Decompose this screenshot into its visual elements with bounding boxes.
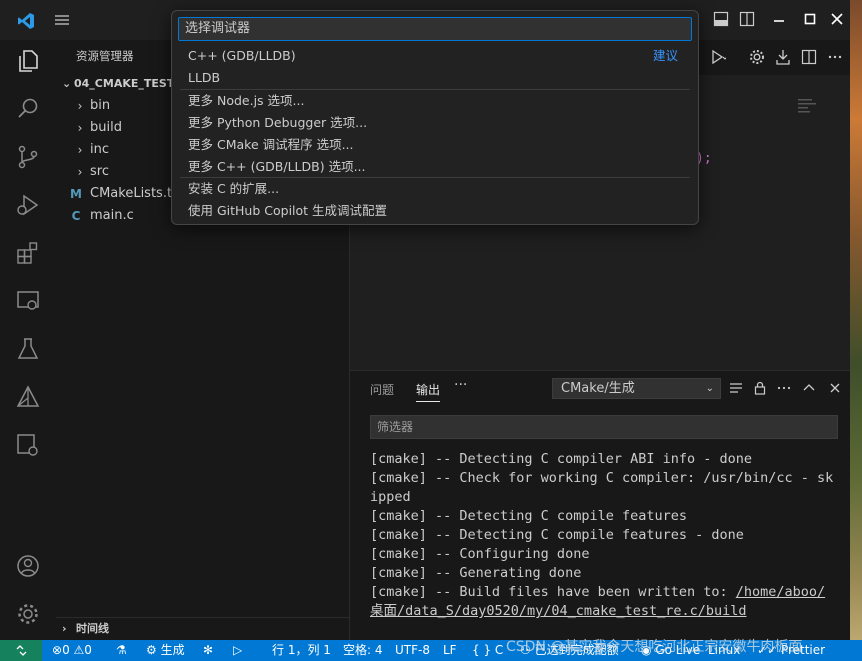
chevron-right-icon: › bbox=[77, 143, 83, 157]
quick-pick-item[interactable]: 更多 C++ (GDB/LLDB) 选项... bbox=[172, 156, 698, 178]
cursor-position[interactable]: 行 1，列 1 bbox=[272, 640, 331, 661]
output-line: [cmake] -- Configuring done bbox=[370, 546, 590, 562]
chevron-right-icon: › bbox=[77, 165, 83, 179]
run-debug-dropdown-icon[interactable] bbox=[708, 48, 726, 66]
debug-bug-icon[interactable]: ✻ bbox=[203, 640, 213, 661]
indentation[interactable]: 空格: 4 bbox=[343, 640, 383, 661]
remote-icon bbox=[16, 645, 27, 656]
remote-indicator[interactable] bbox=[0, 640, 42, 661]
output-filter-input[interactable]: 筛选器 bbox=[370, 415, 838, 439]
quick-pick-item[interactable]: 更多 Python Debugger 选项... bbox=[172, 112, 698, 134]
chevron-right-icon: › bbox=[62, 622, 67, 635]
c-file-icon: C bbox=[71, 209, 81, 223]
gear-icon[interactable] bbox=[748, 48, 766, 66]
encoding[interactable]: UTF-8 bbox=[395, 640, 430, 661]
source-control-icon[interactable] bbox=[15, 144, 41, 170]
recommended-badge: 建议 bbox=[652, 48, 678, 63]
problems-status[interactable]: ⊗0 ⚠0 bbox=[52, 640, 92, 661]
bottom-panel: 问题 输出 ··· CMake/生成 ⌄ 筛选器 [cmake] -- Dete… bbox=[350, 370, 850, 640]
debugger-quick-pick: 选择调试器 C++ (GDB/LLDB) 建议 LLDB 更多 Node.js … bbox=[171, 10, 699, 225]
run-icon[interactable]: ▷ bbox=[233, 640, 242, 661]
maximize-icon[interactable] bbox=[802, 10, 818, 28]
maximize-panel-icon[interactable] bbox=[801, 380, 817, 396]
testing-icon[interactable] bbox=[15, 336, 41, 362]
chevron-right-icon: › bbox=[77, 121, 83, 135]
warning-icon: ⚠ bbox=[73, 643, 85, 657]
minimap bbox=[798, 99, 816, 113]
quick-pick-input[interactable]: 选择调试器 bbox=[178, 17, 692, 41]
toggle-panel-icon[interactable] bbox=[713, 10, 729, 28]
activity-bar bbox=[0, 40, 56, 640]
output-line: [cmake] -- Build files have been written… bbox=[370, 584, 826, 619]
chevron-down-icon: ⌄ bbox=[62, 77, 72, 90]
lock-icon[interactable] bbox=[752, 380, 768, 396]
remote-explorer-icon[interactable] bbox=[15, 288, 41, 314]
explorer-icon[interactable] bbox=[15, 48, 41, 74]
tab-problems[interactable]: 问题 bbox=[370, 381, 394, 398]
more-actions-icon[interactable] bbox=[776, 380, 792, 396]
watermark: CSDN @某实我今天想吃河北正宗安徽牛肉板面 bbox=[506, 639, 803, 655]
error-icon: ⊗ bbox=[52, 643, 63, 657]
accounts-icon[interactable] bbox=[15, 553, 41, 579]
project-folder-header[interactable]: ⌄ 04_CMAKE_TEST_ bbox=[62, 77, 180, 90]
chevron-down-icon: ⌄ bbox=[705, 383, 714, 394]
quick-pick-item[interactable]: C++ (GDB/LLDB) 建议 bbox=[172, 45, 698, 67]
build-button[interactable]: ⚙ 生成 bbox=[146, 640, 185, 661]
output-line: [cmake] -- Detecting C compiler ABI info… bbox=[370, 451, 753, 467]
search-icon[interactable] bbox=[15, 96, 41, 122]
project-name: 04_CMAKE_TEST_ bbox=[74, 77, 180, 90]
word-wrap-list-icon[interactable] bbox=[728, 380, 744, 396]
output-log: [cmake] -- Detecting C compiler ABI info… bbox=[370, 450, 835, 621]
build-download-icon[interactable] bbox=[774, 48, 792, 66]
timeline-section[interactable]: › 时间线 bbox=[56, 617, 350, 640]
quick-pick-item[interactable]: 更多 Node.js 选项... bbox=[172, 90, 698, 112]
chevron-right-icon: › bbox=[77, 99, 83, 113]
menu-icon[interactable] bbox=[54, 12, 70, 28]
quick-pick-item[interactable]: 安装 C 的扩展... bbox=[172, 178, 698, 200]
cmake-icon[interactable] bbox=[15, 384, 41, 410]
desktop-wallpaper-strip bbox=[850, 0, 862, 661]
split-editor-icon[interactable] bbox=[800, 48, 818, 66]
explorer-title: 资源管理器 bbox=[76, 49, 134, 63]
quick-pick-item[interactable]: LLDB bbox=[172, 67, 698, 89]
output-line: [cmake] -- Generating done bbox=[370, 565, 582, 581]
close-window-icon[interactable] bbox=[829, 10, 845, 28]
cmake-file-icon: M bbox=[70, 187, 82, 201]
end-of-line[interactable]: LF bbox=[443, 640, 457, 661]
toggle-secondary-sidebar-icon[interactable] bbox=[739, 10, 755, 28]
output-line: [cmake] -- Detecting C compile features bbox=[370, 508, 687, 524]
run-and-debug-icon[interactable] bbox=[15, 192, 41, 218]
quick-pick-item[interactable]: 使用 GitHub Copilot 生成调试配置 bbox=[172, 200, 698, 222]
language-mode[interactable]: { } C bbox=[472, 640, 503, 661]
panel-more-icon[interactable]: ··· bbox=[454, 377, 467, 393]
tab-output[interactable]: 输出 bbox=[416, 381, 441, 402]
manage-gear-icon[interactable] bbox=[15, 601, 41, 627]
output-line: [cmake] -- Check for working C compiler:… bbox=[370, 470, 834, 505]
close-panel-icon[interactable] bbox=[827, 380, 843, 396]
more-actions-icon[interactable] bbox=[826, 48, 844, 66]
output-channel-select[interactable]: CMake/生成 ⌄ bbox=[552, 378, 721, 399]
vscode-logo-icon bbox=[18, 13, 34, 29]
output-line: [cmake] -- Detecting C compile features … bbox=[370, 527, 744, 543]
quick-pick-item[interactable]: 更多 CMake 调试程序 选项... bbox=[172, 134, 698, 156]
extensions-icon[interactable] bbox=[15, 240, 41, 266]
gear-icon: ⚙ bbox=[146, 643, 157, 657]
cmake-kit-icon[interactable]: ⚗ bbox=[116, 640, 127, 661]
minimize-icon[interactable] bbox=[771, 10, 787, 28]
copilot-chat-icon[interactable] bbox=[15, 432, 41, 458]
